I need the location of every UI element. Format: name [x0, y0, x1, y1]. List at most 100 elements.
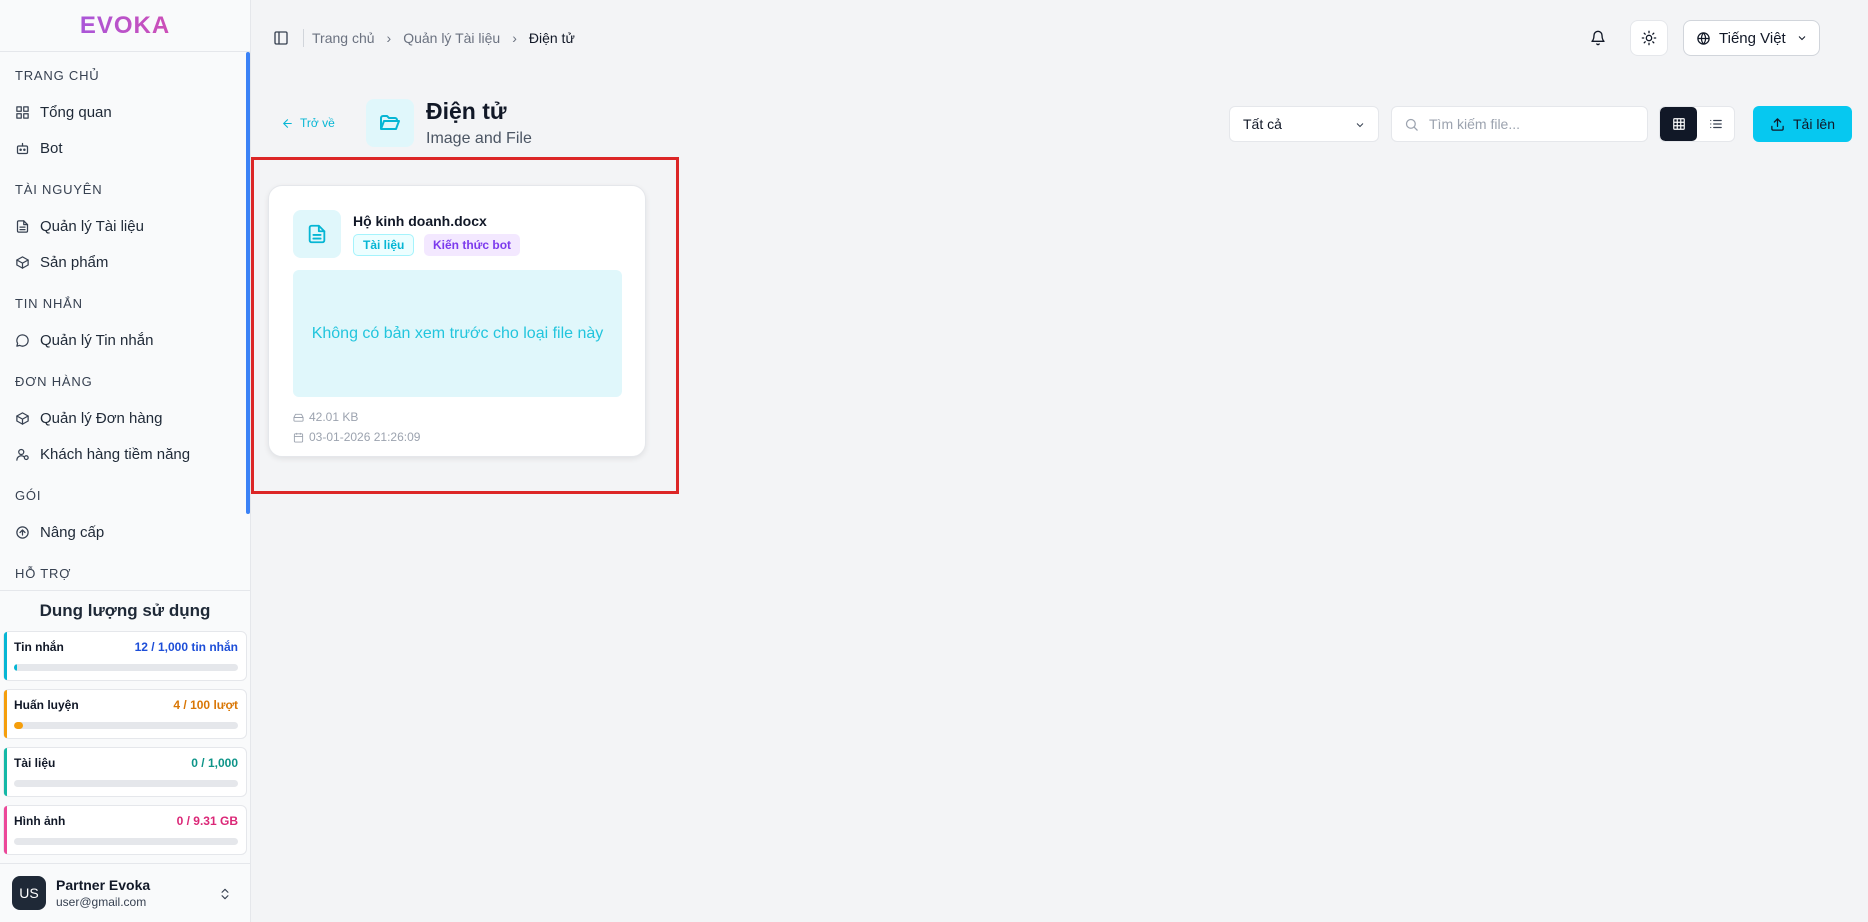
grid-icon [16, 105, 29, 119]
usage-label: Hình ảnh [14, 814, 66, 828]
folder-open-icon [380, 115, 400, 130]
user-profile-menu[interactable]: US Partner Evoka user@gmail.com [0, 863, 250, 922]
usage-card-messages: Tin nhắn 12 / 1,000 tin nhắn [3, 631, 247, 681]
chevron-right-icon: › [386, 30, 392, 46]
back-button[interactable]: Trở về [281, 116, 335, 130]
view-mode-toggle [1659, 106, 1735, 142]
hard-drive-icon [293, 413, 304, 422]
folder-badge [366, 99, 414, 147]
usage-label: Tin nhắn [14, 640, 64, 654]
sidebar-item-documents[interactable]: Quản lý Tài liệu [15, 208, 246, 244]
tag-bot-knowledge: Kiến thức bot [424, 234, 521, 256]
bot-icon [16, 142, 29, 154]
nav-group-home: TRANG CHỦ Tổng quan Bot [0, 66, 246, 166]
usage-label: Tài liệu [14, 756, 56, 770]
usage-track [14, 838, 238, 845]
breadcrumb-home[interactable]: Trang chủ [312, 30, 375, 46]
document-icon [16, 219, 29, 233]
sidebar: EVOKA TRANG CHỦ Tổng quan Bot TÀI NGUYÊN… [0, 0, 251, 922]
theme-toggle-button[interactable] [1630, 20, 1668, 56]
usage-track [14, 780, 238, 787]
usage-accent [4, 632, 7, 680]
breadcrumb-documents[interactable]: Quản lý Tài liệu [403, 30, 500, 46]
breadcrumb: Trang chủ › Quản lý Tài liệu › Điện tử [303, 29, 575, 47]
globe-icon [1697, 31, 1710, 45]
sidebar-item-label: Tổng quan [40, 103, 112, 121]
sidebar-item-messages[interactable]: Quản lý Tin nhắn [15, 322, 246, 358]
arrow-up-circle-icon [16, 525, 29, 539]
sidebar-item-label: Quản lý Tài liệu [40, 217, 144, 235]
upload-icon [1771, 117, 1784, 131]
nav-group-support: HỖ TRỢ [0, 564, 246, 584]
message-icon [16, 333, 29, 347]
usage-fill [14, 664, 17, 671]
search-input[interactable] [1429, 116, 1629, 132]
language-label: Tiếng Việt [1719, 29, 1786, 47]
file-type-badge [293, 210, 341, 258]
upload-button[interactable]: Tải lên [1753, 106, 1852, 142]
sidebar-item-products[interactable]: Sản phẩm [15, 244, 246, 280]
arrow-left-icon [282, 118, 292, 128]
sidebar-item-label: Khách hàng tiềm năng [40, 445, 191, 463]
sidebar-item-orders[interactable]: Quản lý Đơn hàng [15, 400, 246, 436]
nav-group-title: ĐƠN HÀNG [15, 374, 93, 389]
logo[interactable]: EVOKA [0, 0, 250, 52]
sidebar-item-label: Quản lý Tin nhắn [40, 331, 154, 349]
usage-card-training: Huấn luyện 4 / 100 lượt [3, 689, 247, 739]
profile-name: Partner Evoka [56, 877, 151, 893]
nav-group-resources: TÀI NGUYÊN Quản lý Tài liệu Sản phẩm [0, 180, 246, 280]
usage-panel: Dung lượng sử dụng Tin nhắn 12 / 1,000 ti… [0, 590, 250, 863]
type-filter-select[interactable]: Tất cả [1229, 106, 1379, 142]
nav-group-title: TIN NHẮN [15, 296, 83, 311]
file-card[interactable]: Hộ kinh doanh.docx Tài liệu Kiến thức bo… [268, 185, 646, 457]
usage-value: 0 / 9.31 GB [176, 814, 238, 828]
back-label: Trở về [300, 116, 335, 130]
usage-accent [4, 806, 7, 854]
upload-label: Tải lên [1792, 116, 1836, 132]
avatar: US [12, 876, 46, 910]
box-icon [16, 255, 29, 269]
nav-group-plan: GÓI Nâng cấp [0, 486, 246, 550]
sidebar-item-label: Quản lý Đơn hàng [40, 409, 163, 427]
file-size-value: 42.01 KB [309, 410, 359, 424]
language-select[interactable]: Tiếng Việt [1683, 20, 1820, 56]
user-icon [16, 448, 29, 461]
bell-icon [1591, 30, 1605, 46]
file-date-value: 03-01-2026 21:26:09 [309, 430, 421, 444]
usage-card-images: Hình ảnh 0 / 9.31 GB [3, 805, 247, 855]
usage-label: Huấn luyện [14, 698, 79, 712]
usage-value: 0 / 1,000 [191, 756, 238, 770]
chevron-down-icon [1356, 123, 1364, 128]
grid-icon [1672, 118, 1685, 130]
file-search [1391, 106, 1648, 142]
usage-track [14, 722, 238, 729]
usage-track [14, 664, 238, 671]
sidebar-toggle-icon[interactable] [273, 30, 289, 46]
top-header: Trang chủ › Quản lý Tài liệu › Điện tử T… [251, 0, 1868, 76]
calendar-icon [293, 432, 304, 443]
usage-accent [4, 690, 7, 738]
usage-value: 12 / 1,000 tin nhắn [134, 640, 238, 654]
sidebar-scrollbar[interactable] [246, 52, 250, 514]
nav-group-title: GÓI [15, 488, 42, 503]
search-icon [1405, 118, 1418, 131]
sidebar-item-bot[interactable]: Bot [15, 130, 246, 166]
usage-title: Dung lượng sử dụng [39, 601, 211, 620]
usage-fill [14, 722, 23, 729]
file-preview: Không có bản xem trước cho loại file này [293, 270, 622, 397]
sidebar-item-upgrade[interactable]: Nâng cấp [15, 514, 246, 550]
page-title: Điện tử [426, 98, 507, 124]
sidebar-item-label: Bot [40, 139, 63, 157]
sidebar-item-leads[interactable]: Khách hàng tiềm năng [15, 436, 246, 472]
box-icon [16, 411, 29, 425]
list-view-button[interactable] [1697, 107, 1734, 141]
grid-view-button[interactable] [1660, 107, 1697, 141]
sidebar-item-overview[interactable]: Tổng quan [15, 94, 246, 130]
page-subtitle: Image and File [426, 130, 532, 147]
notifications-button[interactable] [1579, 20, 1617, 56]
file-date: 03-01-2026 21:26:09 [293, 430, 420, 444]
sidebar-item-label: Sản phẩm [40, 253, 109, 271]
chevron-up-down-icon [221, 888, 229, 900]
list-icon [1709, 119, 1722, 129]
nav-group-title: TRANG CHỦ [15, 68, 100, 83]
